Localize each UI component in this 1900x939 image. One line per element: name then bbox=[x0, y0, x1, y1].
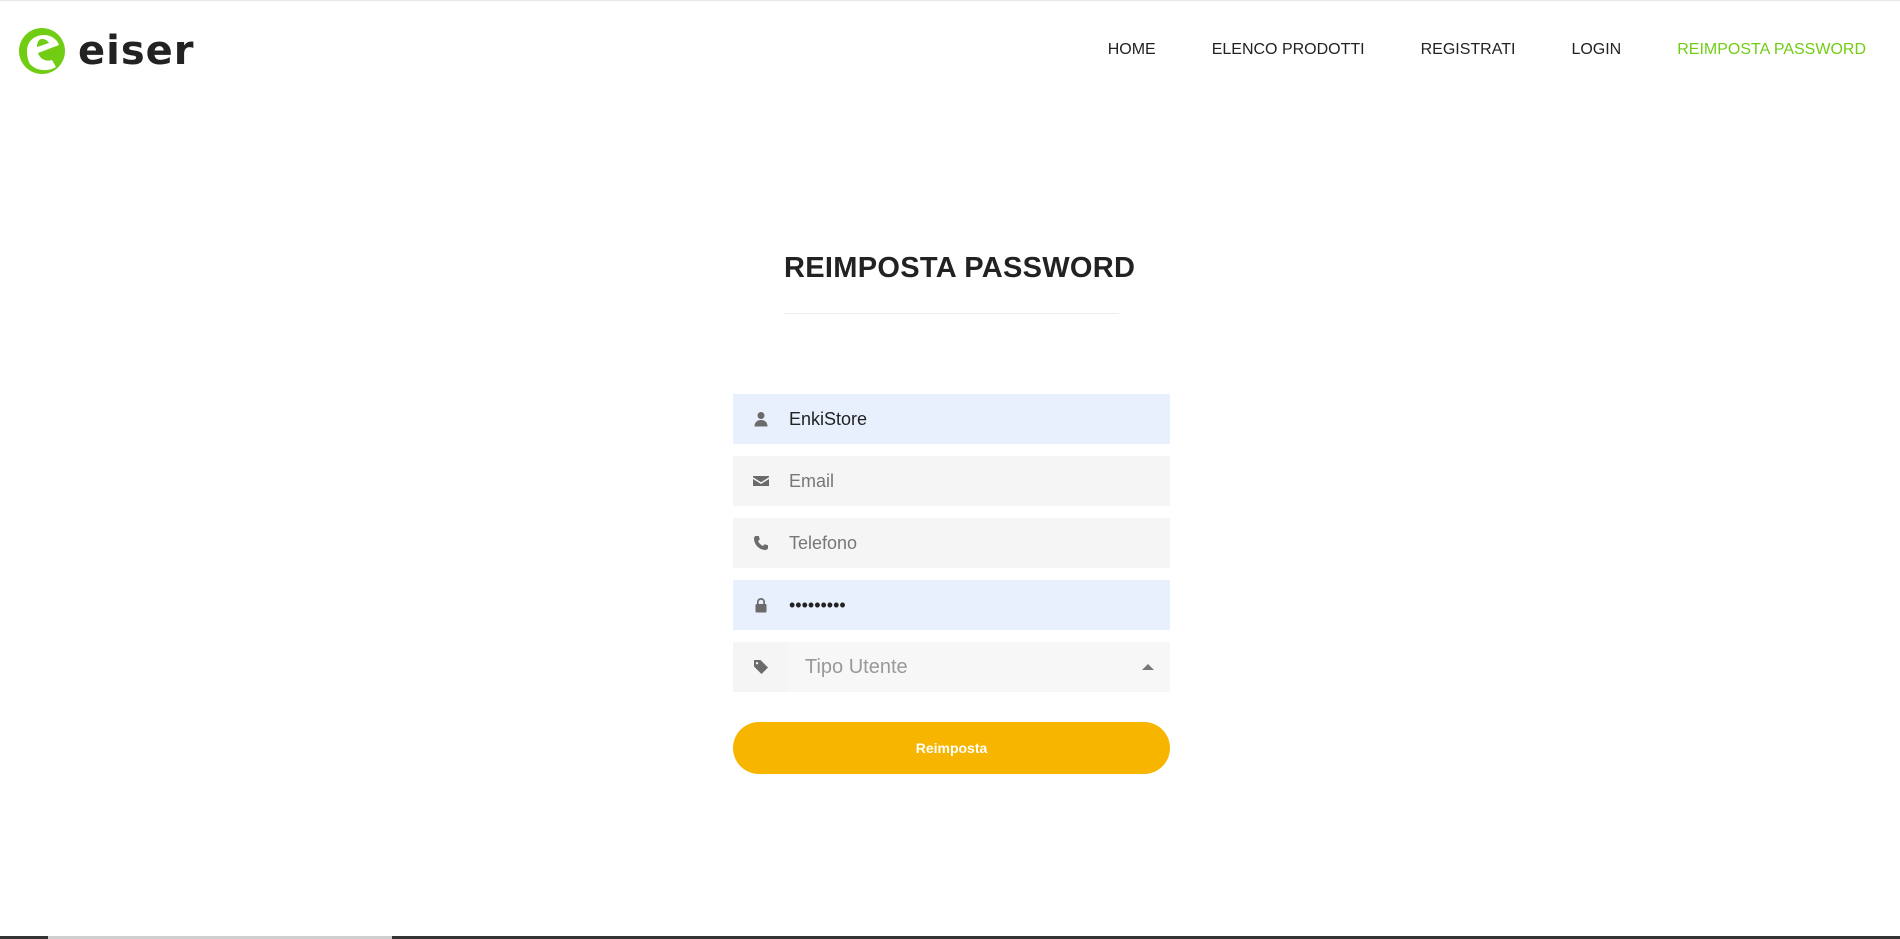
logo-mark-icon bbox=[19, 28, 65, 74]
caret-up-icon bbox=[1142, 664, 1154, 670]
password-input[interactable] bbox=[789, 580, 1170, 630]
envelope-icon bbox=[733, 456, 789, 506]
email-field bbox=[733, 456, 1170, 506]
user-type-selected: Tipo Utente bbox=[805, 655, 908, 678]
nav-login[interactable]: LOGIN bbox=[1571, 40, 1621, 60]
user-type-field: Tipo Utente bbox=[733, 642, 1170, 692]
username-field bbox=[733, 394, 1170, 444]
logo-text: eiser bbox=[78, 28, 195, 74]
phone-input[interactable] bbox=[789, 518, 1170, 568]
title-divider bbox=[784, 313, 1119, 314]
phone-icon bbox=[733, 518, 789, 568]
nav-elenco-prodotti[interactable]: ELENCO PRODOTTI bbox=[1212, 40, 1365, 60]
logo[interactable]: eiser bbox=[18, 26, 195, 76]
main-nav: HOME ELENCO PRODOTTI REGISTRATI LOGIN RE… bbox=[1108, 40, 1866, 60]
email-input[interactable] bbox=[789, 456, 1170, 506]
tag-icon bbox=[733, 642, 789, 692]
username-input[interactable] bbox=[789, 394, 1170, 444]
page-title: REIMPOSTA PASSWORD bbox=[784, 252, 1136, 284]
user-icon bbox=[733, 394, 789, 444]
nav-home[interactable]: HOME bbox=[1108, 40, 1156, 60]
nav-reimposta-password[interactable]: REIMPOSTA PASSWORD bbox=[1677, 40, 1866, 60]
nav-registrati[interactable]: REGISTRATI bbox=[1421, 40, 1516, 60]
user-type-select[interactable]: Tipo Utente bbox=[789, 642, 1170, 692]
top-border bbox=[0, 0, 1900, 1]
lock-icon bbox=[733, 580, 789, 630]
reimposta-button[interactable]: Reimposta bbox=[733, 722, 1170, 774]
phone-field bbox=[733, 518, 1170, 568]
reset-password-form: Tipo Utente Reimposta bbox=[733, 394, 1170, 774]
title-section: REIMPOSTA PASSWORD bbox=[784, 248, 1136, 314]
password-field bbox=[733, 580, 1170, 630]
